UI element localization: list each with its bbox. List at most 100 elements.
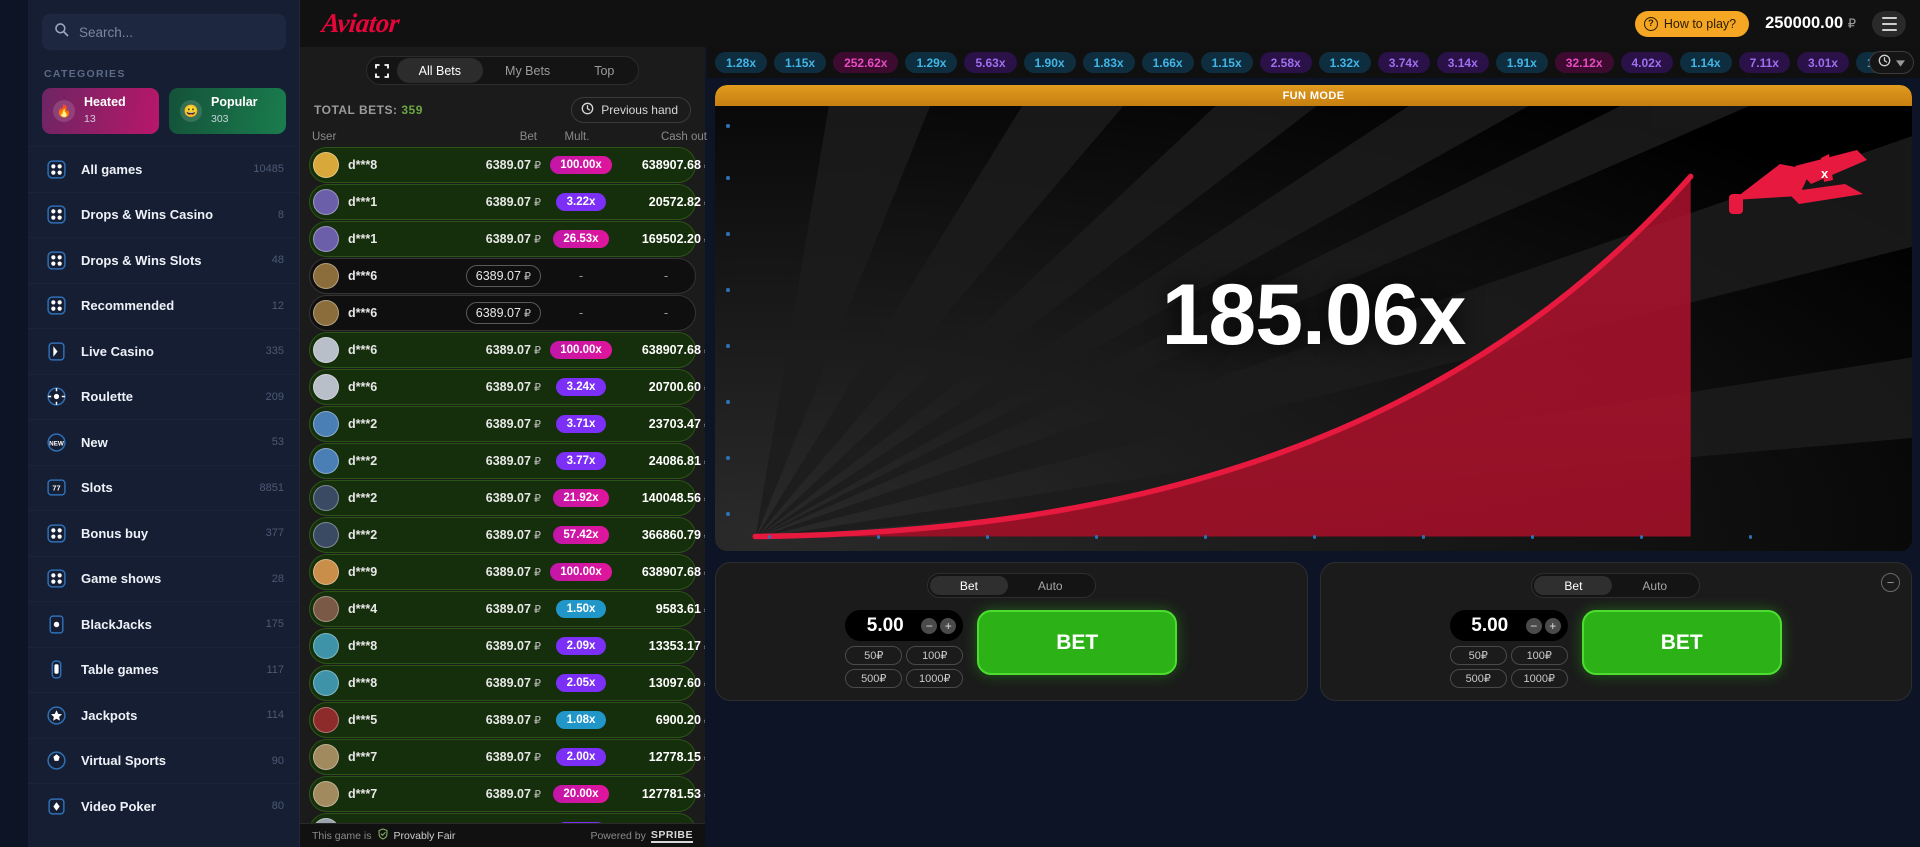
bet-panel-1-quick-50[interactable]: 50₽ <box>845 646 902 665</box>
history-multiplier[interactable]: 252.62x <box>833 52 898 73</box>
table-row[interactable]: d***46389.07 ₽1.50x9583.61 ₽ <box>309 591 696 627</box>
table-row[interactable]: d***16389.07 ₽3.22x20572.82 ₽ <box>309 184 696 220</box>
history-toggle-button[interactable] <box>1869 51 1914 74</box>
table-row[interactable]: d***66389.07 ₽-- <box>309 295 696 331</box>
table-row[interactable]: d***96389.07 ₽100.00x638907.68 ₽ <box>309 554 696 590</box>
categories-heading: CATEGORIES <box>28 56 300 88</box>
chip-heated[interactable]: 🔥 Heated 13 <box>42 88 159 134</box>
table-row[interactable]: d***76389.07 ₽20.00x127781.53 ₽ <box>309 776 696 812</box>
grid-icon <box>44 203 68 227</box>
table-row[interactable]: d***86389.07 ₽2.05x13097.60 ₽ <box>309 665 696 701</box>
history-multiplier[interactable]: 7.11x <box>1739 52 1790 73</box>
sidebar-item-live-casino[interactable]: Live Casino335 <box>28 328 300 374</box>
total-bets-label: TOTAL BETS: <box>314 103 398 117</box>
search-box[interactable] <box>42 14 286 50</box>
history-multiplier[interactable]: 1.29x <box>905 52 957 73</box>
bet-panel-1-stake-input[interactable]: 5.00 − + <box>845 610 963 641</box>
slot-machine-icon: 77 <box>44 476 68 500</box>
status-badge: 100.00x <box>550 156 612 174</box>
bets-list[interactable]: d***86389.07 ₽100.00x638907.68 ₽d***1638… <box>300 147 705 823</box>
bet-panel-1-quick-1000[interactable]: 1000₽ <box>906 669 963 688</box>
history-multiplier[interactable]: 2.58x <box>1260 52 1312 73</box>
bet-panel-1-quick-500[interactable]: 500₽ <box>845 669 902 688</box>
bet-panel-1-tab-auto[interactable]: Auto <box>1008 576 1093 595</box>
bet-panel-1-bet-button[interactable]: BET <box>977 610 1177 675</box>
table-row[interactable]: d***66389.07 ₽3.24x20700.60 ₽ <box>309 369 696 405</box>
history-multiplier[interactable]: 3.74x <box>1378 52 1430 73</box>
poker-icon <box>44 794 68 818</box>
sidebar-item-table-games[interactable]: Table games117 <box>28 647 300 693</box>
history-multiplier[interactable]: 3.14x <box>1437 52 1489 73</box>
sidebar-item-roulette[interactable]: Roulette209 <box>28 374 300 420</box>
table-row[interactable]: d***66389.07 ₽100.00x638907.68 ₽ <box>309 332 696 368</box>
table-row[interactable]: d***26389.07 ₽3.77x24086.81 ₽ <box>309 443 696 479</box>
bet-panel-2-stake-input[interactable]: 5.00 − + <box>1450 610 1568 641</box>
row-multiplier: 3.71x <box>541 415 621 433</box>
table-row[interactable]: d***16389.07 ₽26.53x169502.20 ₽ <box>309 221 696 257</box>
fullscreen-icon[interactable] <box>369 58 395 84</box>
provably-fair[interactable]: This game is Provably Fair <box>312 828 455 843</box>
sidebar-item-jackpots[interactable]: Jackpots114 <box>28 692 300 738</box>
bet-panel-1-tab-bet[interactable]: Bet <box>930 576 1008 595</box>
previous-hand-button[interactable]: Previous hand <box>571 97 691 123</box>
sidebar-item-blackjacks[interactable]: BlackJacks175 <box>28 601 300 647</box>
bet-panel-2-decrement[interactable]: − <box>1526 618 1542 634</box>
minus-circle-icon[interactable]: − <box>1881 573 1900 592</box>
game-area: 1.28x 1.15x 252.62x 1.29x 5.63x 1.90x 1.83x 1.6… <box>707 47 1920 847</box>
bet-panel-1-increment[interactable]: + <box>940 618 956 634</box>
sidebar-item-virtual-sports[interactable]: Virtual Sports90 <box>28 738 300 784</box>
sidebar-item-drops-wins-casino[interactable]: Drops & Wins Casino8 <box>28 192 300 238</box>
sidebar-item-bonus-buy[interactable]: Bonus buy377 <box>28 510 300 556</box>
sidebar-item-video-poker[interactable]: Video Poker80 <box>28 783 300 829</box>
sidebar-item-game-shows[interactable]: Game shows28 <box>28 556 300 602</box>
history-multiplier[interactable]: 1.66x <box>1142 52 1194 73</box>
smiley-icon: 😀 <box>180 100 202 122</box>
tab-my-bets[interactable]: My Bets <box>483 58 572 83</box>
bet-panel-2-increment[interactable]: + <box>1545 618 1561 634</box>
table-row[interactable]: d***56389.07 ₽1.08x6900.20 ₽ <box>309 702 696 738</box>
history-multiplier[interactable]: 5.63x <box>964 52 1016 73</box>
sidebar-item-new[interactable]: NEWNew53 <box>28 419 300 465</box>
bet-panel-2-quick-500[interactable]: 500₽ <box>1450 669 1507 688</box>
tab-top[interactable]: Top <box>572 58 636 83</box>
tab-all-bets[interactable]: All Bets <box>397 58 483 83</box>
table-row[interactable]: d***26389.07 ₽21.92x140048.56 ₽ <box>309 480 696 516</box>
table-row[interactable]: d***86389.07 ₽2.09x13353.17 ₽ <box>309 628 696 664</box>
bet-panel-1-decrement[interactable]: − <box>921 618 937 634</box>
history-multiplier[interactable]: 4.02x <box>1621 52 1673 73</box>
history-multiplier[interactable]: 1.32x <box>1319 52 1371 73</box>
table-row[interactable]: d***26389.07 ₽3.71x23703.47 ₽ <box>309 406 696 442</box>
history-multiplier[interactable]: 1.14x <box>1680 52 1732 73</box>
bet-panel-2-bet-button[interactable]: BET <box>1582 610 1782 675</box>
search-input[interactable] <box>79 25 274 40</box>
sidebar-item-label: Bonus buy <box>81 526 253 541</box>
sidebar-item-drops-wins-slots[interactable]: Drops & Wins Slots48 <box>28 237 300 283</box>
bet-panel-2-tab-auto[interactable]: Auto <box>1612 576 1697 595</box>
table-row[interactable]: d***66389.07 ₽-- <box>309 258 696 294</box>
how-to-play-button[interactable]: ? How to play? <box>1635 11 1749 37</box>
bet-panel-2-tab-bet[interactable]: Bet <box>1534 576 1612 595</box>
history-multiplier[interactable]: 32.12x <box>1555 52 1614 73</box>
sidebar-item-all-games[interactable]: All games10485 <box>28 146 300 192</box>
table-row[interactable]: d***86389.07 ₽100.00x638907.68 ₽ <box>309 147 696 183</box>
sidebar-item-slots[interactable]: 77Slots8851 <box>28 465 300 511</box>
table-row[interactable]: d***26389.07 ₽57.42x366860.79 ₽ <box>309 517 696 553</box>
history-multiplier[interactable]: 3.01x <box>1797 52 1849 73</box>
chip-popular[interactable]: 😀 Popular 303 <box>169 88 286 134</box>
history-multiplier[interactable]: 1.83x <box>1083 52 1135 73</box>
table-row[interactable]: d***76389.07 ₽2.00x12778.15 ₽ <box>309 739 696 775</box>
bet-panel-1-quick-100[interactable]: 100₽ <box>906 646 963 665</box>
bet-panel-2-quick-100[interactable]: 100₽ <box>1511 646 1568 665</box>
row-multiplier: 1.08x <box>541 711 621 729</box>
table-row[interactable]: d***76389.07 ₽5.34x34117.67 ₽ <box>309 813 696 823</box>
sidebar-item-recommended[interactable]: Recommended12 <box>28 283 300 329</box>
history-multiplier[interactable]: 1.28x <box>715 52 767 73</box>
history-multiplier[interactable]: 1.15x <box>774 52 826 73</box>
history-multiplier[interactable]: 1.90x <box>1024 52 1076 73</box>
bet-panel-2-quick-50[interactable]: 50₽ <box>1450 646 1507 665</box>
bet-panel-2-quick-1000[interactable]: 1000₽ <box>1511 669 1568 688</box>
history-multiplier[interactable]: 1.91x <box>1496 52 1548 73</box>
hamburger-menu-icon[interactable] <box>1872 11 1906 37</box>
history-multiplier[interactable]: 1.15x <box>1201 52 1253 73</box>
row-cashout: 23703.47 ₽ <box>621 417 705 431</box>
